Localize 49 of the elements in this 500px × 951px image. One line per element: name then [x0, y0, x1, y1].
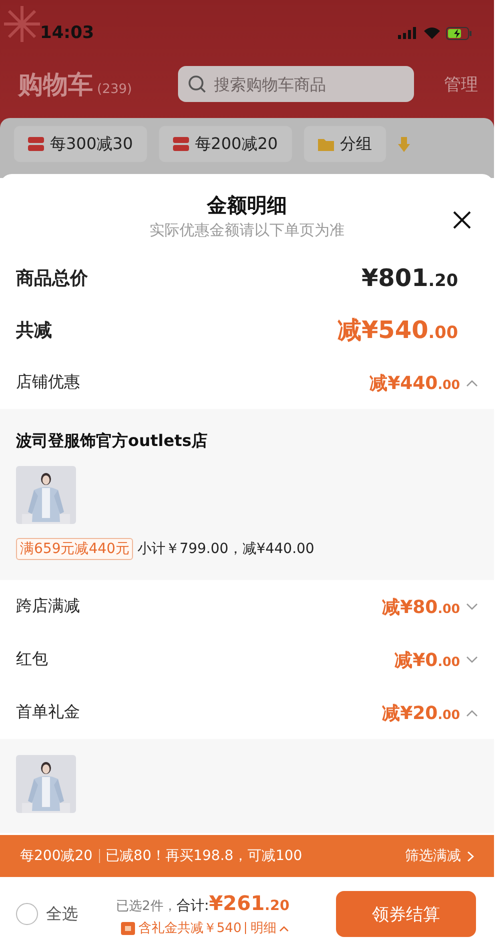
discount-amount: 减¥80.00 [382, 596, 460, 618]
select-all-checkbox[interactable]: 全选 [16, 903, 116, 925]
total-price: ¥261.20 [209, 891, 290, 915]
row-label: 商品总价 [16, 267, 88, 290]
close-button[interactable] [452, 210, 472, 230]
signal-icon [398, 27, 418, 39]
page-title: 购物车 [18, 68, 93, 100]
filter-chip[interactable]: 每200减20 [158, 126, 292, 162]
selected-count: 已选2件， [116, 898, 176, 915]
total-amount: ¥801.20 [361, 264, 458, 292]
filter-chip[interactable]: 分组 [304, 126, 386, 162]
discount-row[interactable]: 跨店满减 减¥80.00 [0, 580, 494, 633]
sheet-title: 金额明细 [207, 192, 287, 219]
discount-row[interactable]: 首单礼金 减¥20.00 [0, 686, 494, 739]
row-label: 首单礼金 [16, 702, 80, 723]
folder-icon [318, 138, 334, 150]
chevron-right-icon [467, 850, 474, 862]
discount-amount: 减¥440.00 [370, 372, 460, 394]
coupon-icon [172, 137, 189, 151]
wifi-icon [424, 27, 440, 39]
arrow-icon [398, 136, 410, 152]
battery-icon [446, 26, 472, 40]
total-label: 合计: [176, 897, 209, 915]
snowflake-icon [2, 4, 42, 44]
discount-row[interactable]: 店铺优惠 减¥440.00 [0, 356, 494, 409]
promo-tag: 满659元减440元 [16, 538, 134, 560]
discount-amount: 减¥540.00 [337, 315, 458, 346]
status-time: 14:03 [40, 23, 94, 43]
discount-amount: 减¥20.00 [382, 702, 460, 724]
subtotal-text: 小计￥799.00，减¥440.00 [137, 540, 314, 558]
discount-row[interactable]: 红包 减¥0.00 [0, 633, 494, 686]
store-name: 波司登服饰官方outlets店 [16, 430, 209, 452]
discount-note: 含礼金共减￥540 [138, 920, 242, 937]
discount-amount: 减¥0.00 [394, 648, 460, 672]
promo-message: 已减80！再买198.8，可减100 [106, 847, 302, 865]
chevron-up-icon [279, 924, 290, 932]
filter-chip[interactable]: 每300减30 [14, 126, 147, 162]
row-label: 红包 [16, 649, 48, 670]
cart-count: (239) [97, 82, 132, 96]
row-label: 跨店满减 [16, 596, 80, 617]
promo-rule: 每200减20 [20, 847, 93, 865]
coupon-icon [28, 137, 44, 151]
close-icon [452, 210, 472, 230]
search-icon [188, 75, 206, 93]
search-field[interactable]: 搜索购物车商品 [178, 66, 414, 102]
sheet-subtitle: 实际优惠金额请以下单页为准 [150, 221, 344, 240]
row-label: 店铺优惠 [16, 372, 80, 393]
coupon-icon [120, 922, 135, 934]
row-label: 共减 [16, 319, 52, 342]
